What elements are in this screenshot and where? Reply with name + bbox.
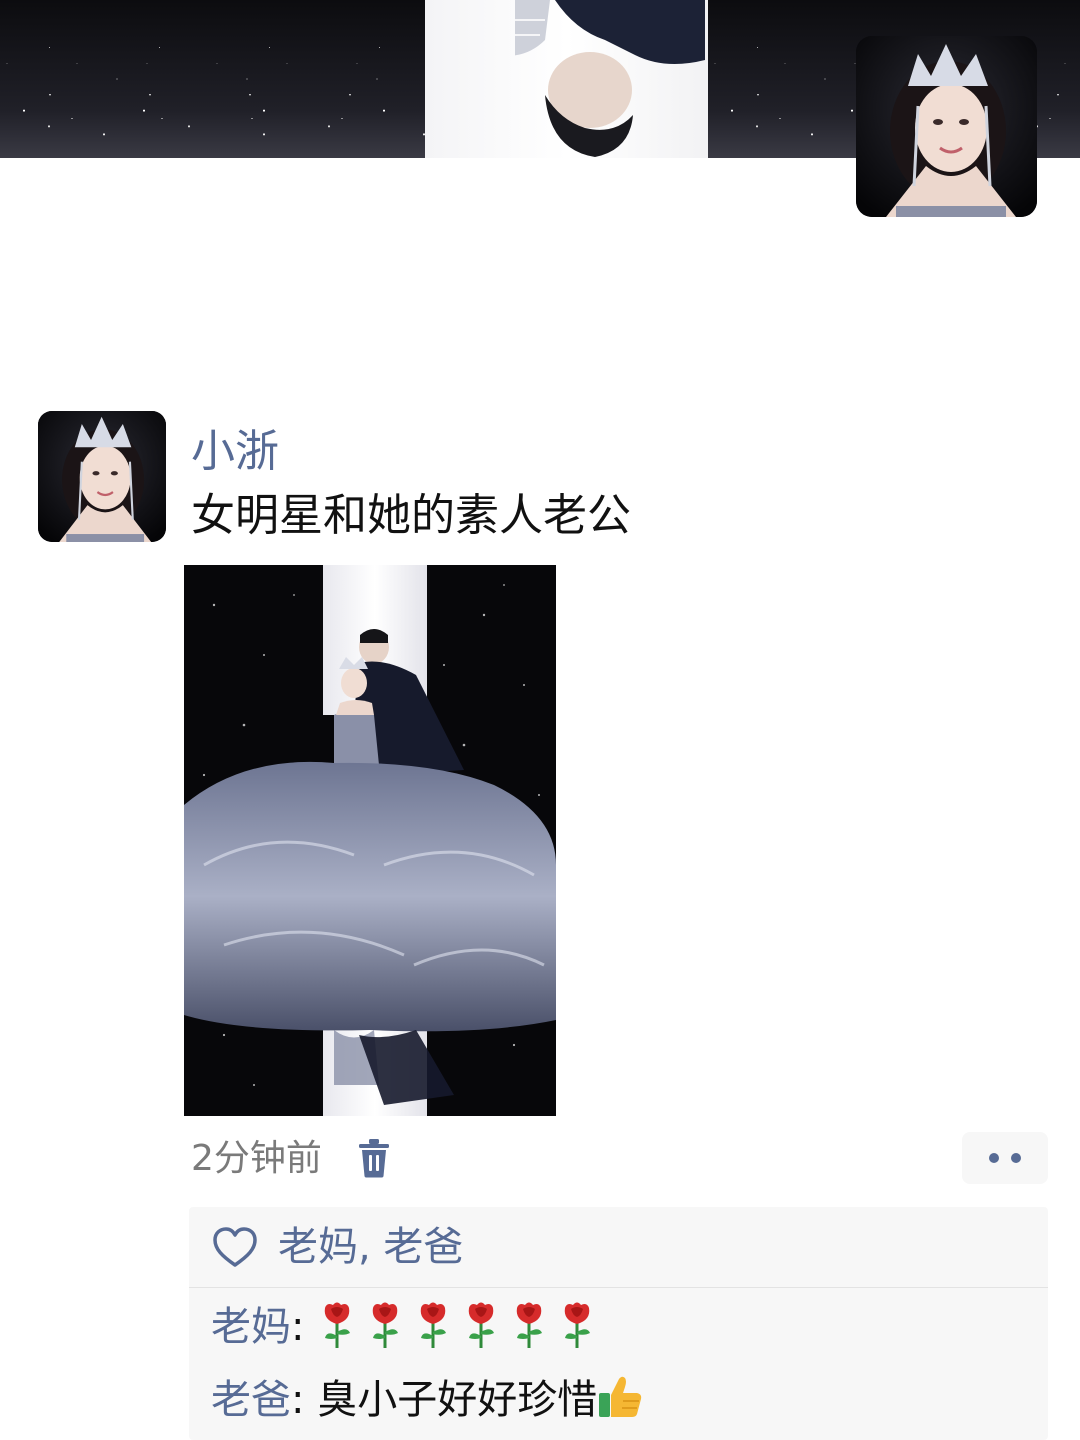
more-dots-button[interactable] — [962, 1132, 1048, 1184]
trash-icon[interactable] — [356, 1138, 392, 1178]
rose-emoji — [516, 1302, 543, 1348]
post-author-name[interactable]: 小浙 — [191, 424, 279, 480]
comment-item[interactable]: 老妈: — [211, 1299, 605, 1355]
comment-item[interactable]: 老爸: 臭小子好好珍惜 — [211, 1372, 643, 1428]
comment-separator: : — [291, 1304, 318, 1350]
post-photo-image — [184, 565, 556, 1116]
more-dot-icon — [1011, 1153, 1021, 1163]
comment-author[interactable]: 老妈 — [211, 1304, 291, 1350]
profile-avatar-image — [856, 36, 1037, 217]
more-dot-icon — [989, 1153, 999, 1163]
comment-text: 臭小子好好珍惜 — [317, 1377, 598, 1423]
comment-roses — [317, 1302, 605, 1350]
rose-emoji — [564, 1302, 591, 1348]
rose-emoji — [372, 1302, 399, 1348]
post-photo[interactable] — [184, 565, 556, 1116]
heart-icon — [213, 1227, 257, 1267]
cover-couple-figure — [515, 0, 705, 157]
liked-by-names[interactable]: 老妈, 老爸 — [278, 1219, 463, 1275]
rose-emoji — [468, 1302, 495, 1348]
post-timestamp: 2分钟前 — [191, 1138, 322, 1179]
thumbs-up-emoji — [599, 1376, 642, 1417]
cover-sparkle-left — [0, 0, 425, 158]
post-text: 女明星和她的素人老公 — [191, 490, 631, 541]
profile-avatar[interactable] — [856, 36, 1037, 217]
post-author-avatar[interactable] — [38, 411, 166, 542]
rose-emoji — [420, 1302, 447, 1348]
post-author-avatar-image — [38, 411, 166, 542]
comment-separator: : — [291, 1377, 318, 1423]
likes-row: 老妈, 老爸 — [189, 1207, 1048, 1288]
rose-emoji — [324, 1302, 351, 1348]
comment-author[interactable]: 老爸 — [211, 1377, 291, 1423]
moments-page: 小浙 女明星和她的素人老公 2分钟前 老妈, 老爸 老妈: 老爸: 臭小子好好珍… — [0, 0, 1080, 1440]
